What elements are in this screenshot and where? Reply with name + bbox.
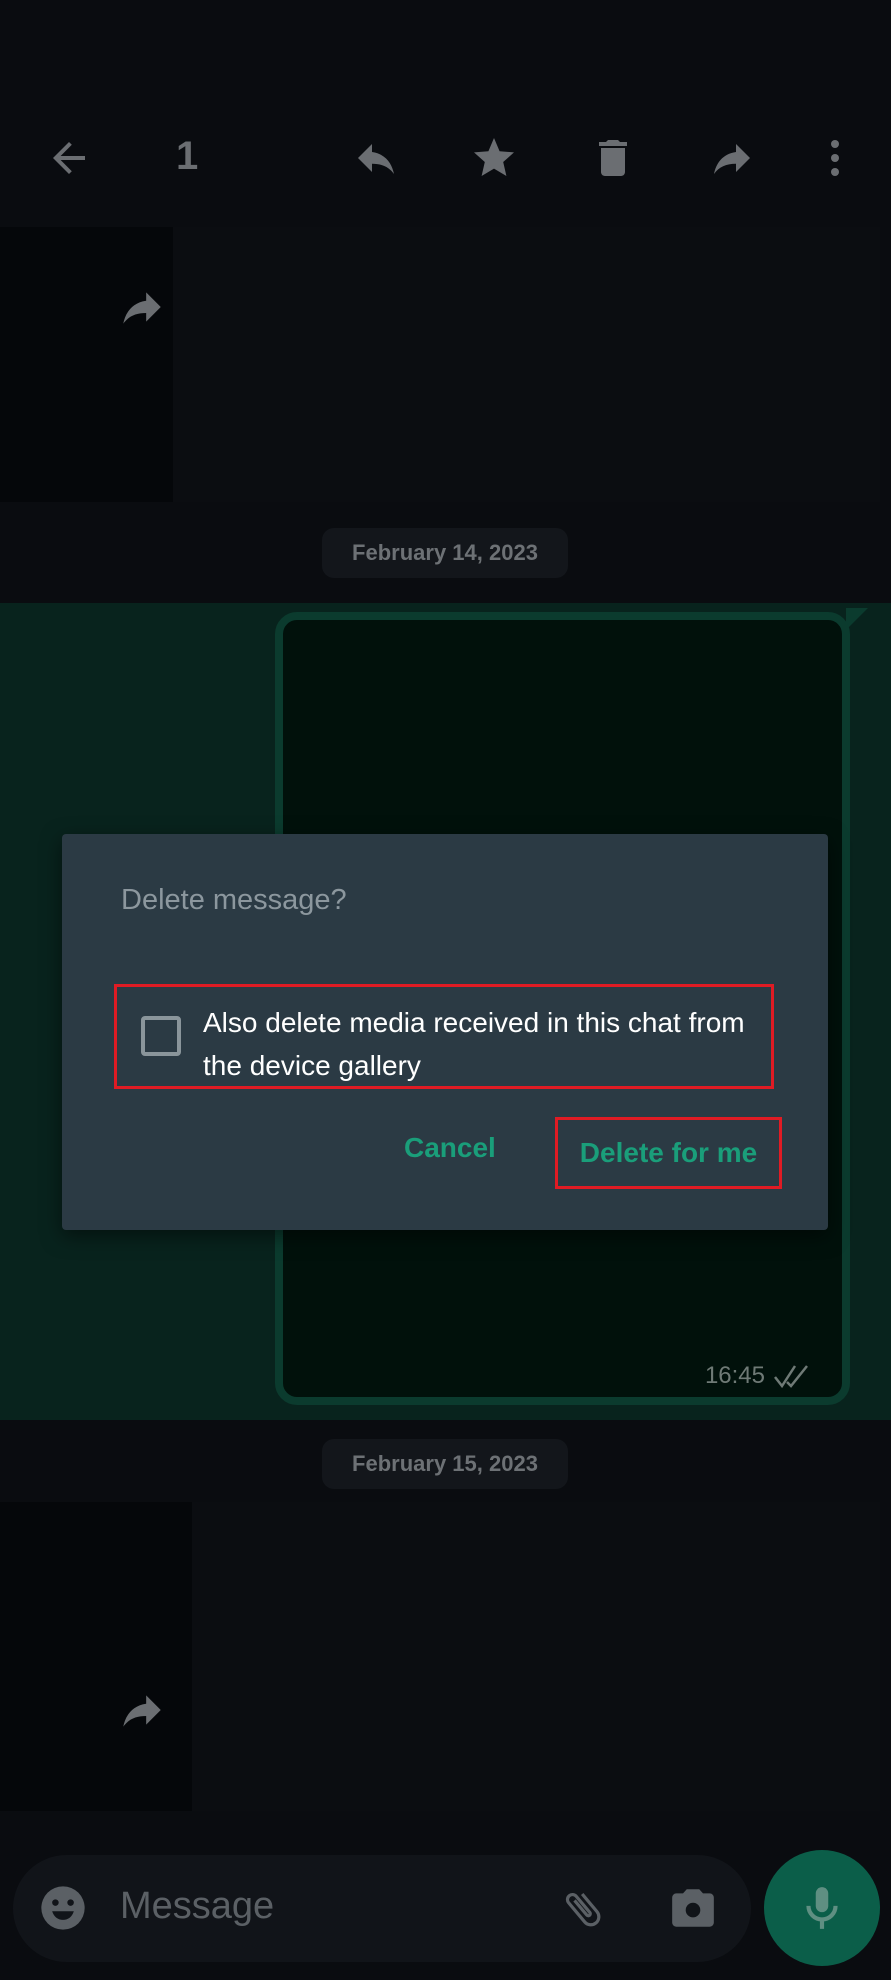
checkbox-label: Also delete media received in this chat … (203, 1007, 745, 1081)
delete-media-checkbox-row[interactable]: Also delete media received in this chat … (114, 984, 774, 1089)
back-arrow-icon[interactable] (45, 134, 93, 182)
forward-icon[interactable] (708, 134, 756, 182)
forward-media-icon[interactable] (117, 1685, 167, 1735)
forward-media-icon[interactable] (117, 282, 167, 332)
media-message-bubble[interactable] (173, 227, 880, 502)
message-row-left-strip (0, 1502, 192, 1811)
delete-message-dialog: Delete message? Also delete media receiv… (62, 834, 828, 1230)
more-vert-icon[interactable] (811, 134, 859, 182)
camera-icon[interactable] (668, 1883, 718, 1933)
date-separator: February 15, 2023 (322, 1439, 568, 1489)
message-row-left-strip (0, 227, 173, 502)
message-composer: Message (13, 1855, 751, 1962)
voice-record-button[interactable] (764, 1850, 880, 1966)
message-meta: 16:45 (705, 1362, 811, 1390)
microphone-icon (797, 1880, 847, 1936)
dialog-title: Delete message? (121, 884, 347, 916)
selected-count: 1 (176, 134, 199, 178)
cancel-button[interactable]: Cancel (404, 1132, 496, 1164)
media-message-bubble[interactable] (192, 1502, 880, 1811)
star-icon[interactable] (470, 134, 518, 182)
delete-for-me-button[interactable]: Delete for me (555, 1117, 782, 1189)
delete-media-checkbox[interactable] (141, 1016, 181, 1056)
double-check-icon (773, 1363, 811, 1389)
date-separator: February 14, 2023 (322, 528, 568, 578)
selection-toolbar: 1 (0, 0, 891, 220)
attach-icon[interactable] (559, 1885, 607, 1933)
message-input[interactable]: Message (120, 1885, 274, 1928)
delete-icon[interactable] (589, 134, 637, 182)
reply-icon[interactable] (352, 134, 400, 182)
bubble-tail (846, 608, 868, 630)
emoji-icon[interactable] (37, 1882, 89, 1934)
message-time: 16:45 (704, 1362, 765, 1389)
